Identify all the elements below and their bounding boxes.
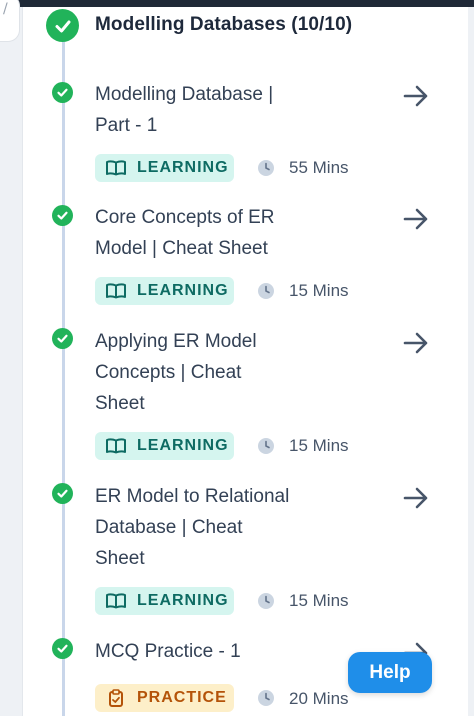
duration-text: 15 Mins [289, 281, 349, 300]
item-title-line: Model | Cheat Sheet [95, 238, 268, 259]
badge-label: LEARNING [137, 437, 229, 454]
side-panel-tab[interactable]: / [0, 0, 20, 42]
arrow-right-icon[interactable] [402, 84, 430, 108]
badge-label: LEARNING [137, 282, 229, 299]
completed-check-icon [52, 638, 73, 659]
duration-text: 55 Mins [289, 158, 349, 177]
item-title-line: Part - 1 [95, 115, 158, 136]
completed-check-icon [52, 205, 73, 226]
timeline-line [62, 38, 65, 716]
badge-label: LEARNING [137, 159, 229, 176]
completed-check-icon [52, 82, 73, 103]
item-title[interactable]: MCQ Practice - 1 [95, 636, 325, 667]
top-bar [0, 0, 474, 7]
section-title[interactable]: Modelling Databases (10/10) [95, 14, 352, 36]
duration-text: 15 Mins [289, 436, 349, 455]
completed-check-icon [52, 483, 73, 504]
item-title[interactable]: Applying ER Model Concepts | Cheat Sheet [95, 326, 325, 419]
duration-text: 20 Mins [289, 689, 349, 708]
clock-icon [258, 593, 274, 609]
item-title-line: Core Concepts of ER [95, 207, 275, 228]
practice-badge: PRACTICE [95, 684, 234, 712]
learning-badge: LEARNING [95, 277, 234, 305]
book-icon [106, 283, 126, 299]
item-title-line: Modelling Database | [95, 84, 274, 105]
learning-badge: LEARNING [95, 432, 234, 460]
book-icon [106, 593, 126, 609]
item-title[interactable]: Modelling Database | Part - 1 [95, 79, 325, 141]
item-title-line: Sheet [95, 393, 145, 414]
clock-icon [258, 438, 274, 454]
item-title-line: Concepts | Cheat [95, 362, 242, 383]
help-button[interactable]: Help [348, 652, 432, 693]
learning-badge: LEARNING [95, 587, 234, 615]
item-title[interactable]: Core Concepts of ER Model | Cheat Sheet [95, 202, 325, 264]
item-title-line: Database | Cheat [95, 517, 243, 538]
item-title-line: MCQ Practice - 1 [95, 641, 241, 662]
section-completed-check-icon [46, 9, 79, 42]
badge-label: PRACTICE [137, 689, 227, 706]
item-title-line: Applying ER Model [95, 331, 257, 352]
completed-check-icon [52, 328, 73, 349]
arrow-right-icon[interactable] [402, 207, 430, 231]
item-title-line: ER Model to Relational [95, 486, 290, 507]
arrow-right-icon[interactable] [402, 486, 430, 510]
badge-label: LEARNING [137, 592, 229, 609]
book-icon [106, 160, 126, 176]
book-icon [106, 438, 126, 454]
clock-icon [258, 690, 274, 706]
item-title[interactable]: ER Model to Relational Database | Cheat … [95, 481, 325, 574]
clock-icon [258, 160, 274, 176]
clock-icon [258, 283, 274, 299]
learning-badge: LEARNING [95, 154, 234, 182]
item-title-line: Sheet [95, 548, 145, 569]
clipboard-icon [109, 689, 123, 707]
duration-text: 15 Mins [289, 591, 349, 610]
slash-icon: / [3, 1, 8, 17]
arrow-right-icon[interactable] [402, 331, 430, 355]
